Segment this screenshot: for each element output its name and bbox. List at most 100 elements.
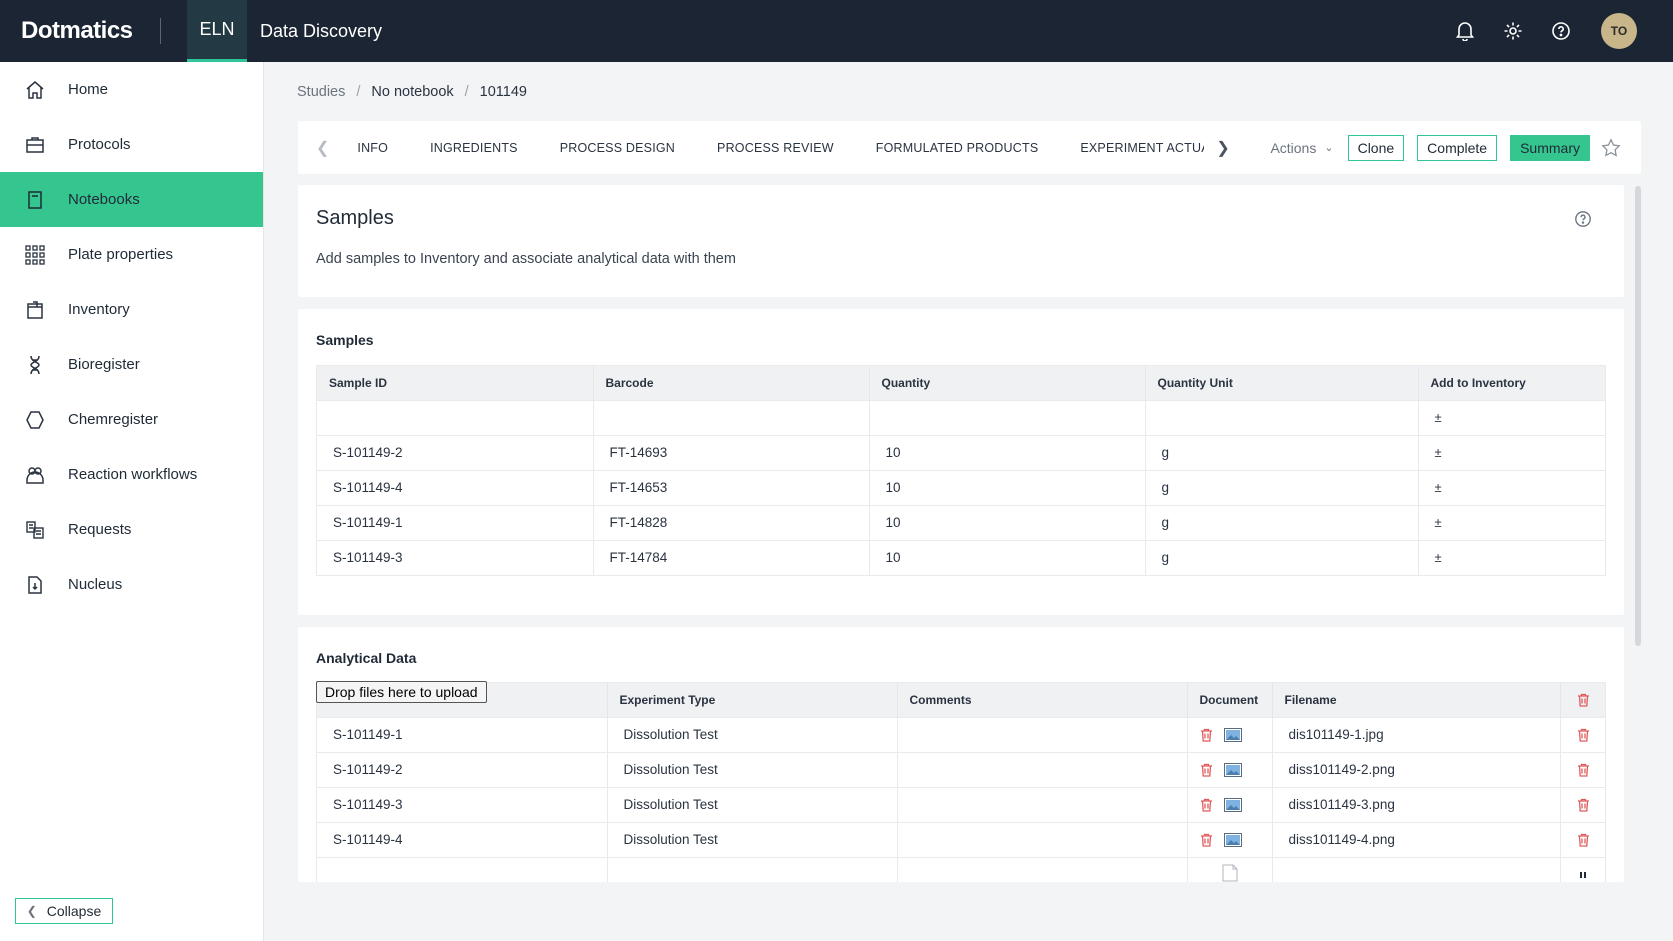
table-row[interactable]: S-101149-4 Dissolution Test diss101149-4… (317, 821, 1605, 857)
table-row[interactable]: S-101149-3 Dissolution Test diss101149-3… (317, 786, 1605, 822)
bell-icon[interactable] (1453, 19, 1477, 43)
summary-button[interactable]: Summary (1510, 134, 1590, 161)
trash-icon[interactable] (1200, 728, 1213, 742)
column-header[interactable]: Quantity Unit (1145, 366, 1419, 400)
table-cell[interactable]: S-101149-1 (317, 504, 594, 540)
table-cell[interactable] (869, 399, 1146, 435)
table-row[interactable]: S-101149-2 FT-14693 10 g ± (317, 434, 1605, 470)
table-cell[interactable] (897, 751, 1188, 787)
tab-process-review[interactable]: PROCESS REVIEW (717, 141, 834, 155)
breadcrumb-studies[interactable]: Studies (297, 84, 345, 100)
add-to-inventory-toggle[interactable]: ± (1418, 469, 1605, 505)
sidebar-item-plate-properties[interactable]: Plate properties (0, 227, 263, 282)
table-cell[interactable]: g (1145, 539, 1419, 575)
trash-icon[interactable] (1577, 798, 1590, 812)
table-cell[interactable]: g (1145, 434, 1419, 470)
table-cell[interactable] (607, 856, 898, 882)
app-logo[interactable]: Dotmatics (0, 17, 160, 45)
image-icon[interactable] (1224, 798, 1243, 813)
star-icon[interactable] (1601, 137, 1621, 158)
table-cell[interactable] (1272, 856, 1561, 882)
table-cell[interactable]: g (1145, 504, 1419, 540)
drop-files-button[interactable]: Drop files here to upload (316, 681, 487, 703)
column-header[interactable]: Add to Inventory (1418, 366, 1605, 400)
table-row[interactable]: S-101149-3 FT-14784 10 g ± (317, 539, 1605, 575)
table-cell[interactable]: S-101149-2 (317, 434, 594, 470)
table-cell[interactable]: S-101149-3 (317, 539, 594, 575)
complete-button[interactable]: Complete (1417, 134, 1498, 161)
collapse-button[interactable]: ❮ Collapse (15, 898, 113, 924)
tab-process-design[interactable]: PROCESS DESIGN (560, 141, 675, 155)
table-row[interactable]: S-101149-2 Dissolution Test diss101149-2… (317, 751, 1605, 787)
column-header[interactable]: Quantity (869, 366, 1146, 400)
column-header[interactable]: Experiment Type (607, 683, 898, 717)
add-to-inventory-toggle[interactable]: ± (1418, 434, 1605, 470)
table-cell[interactable]: Dissolution Test (607, 821, 898, 857)
drag-handle-icon[interactable] (1579, 871, 1587, 879)
add-to-inventory-toggle[interactable]: ± (1418, 504, 1605, 540)
table-cell[interactable]: Dissolution Test (607, 751, 898, 787)
help-icon[interactable] (1549, 19, 1573, 43)
image-icon[interactable] (1224, 833, 1243, 848)
trash-icon[interactable] (1200, 833, 1213, 847)
table-cell[interactable]: S-101149-3 (317, 786, 608, 822)
trash-icon[interactable] (1200, 763, 1213, 777)
table-cell[interactable] (897, 821, 1188, 857)
table-cell[interactable]: FT-14693 (593, 434, 870, 470)
breadcrumb-notebook[interactable]: No notebook (371, 84, 453, 100)
trash-icon[interactable] (1577, 728, 1590, 742)
actions-dropdown[interactable]: Actions ⌄ (1270, 140, 1333, 156)
table-cell[interactable]: 10 (869, 539, 1146, 575)
image-icon[interactable] (1224, 763, 1243, 778)
table-cell[interactable]: S-101149-1 (317, 716, 608, 752)
table-cell[interactable] (317, 856, 608, 882)
table-cell[interactable]: diss101149-4.png (1272, 821, 1561, 857)
table-row[interactable]: S-101149-1 Dissolution Test dis101149-1.… (317, 716, 1605, 752)
table-cell[interactable]: FT-14784 (593, 539, 870, 575)
table-cell[interactable]: dis101149-1.jpg (1272, 716, 1561, 752)
tabs-prev-icon[interactable]: ❮ (316, 138, 329, 158)
table-cell[interactable]: S-101149-4 (317, 821, 608, 857)
table-cell[interactable] (897, 786, 1188, 822)
trash-icon[interactable] (1577, 833, 1590, 847)
sidebar-item-bioregister[interactable]: Bioregister (0, 337, 263, 392)
add-to-inventory-toggle[interactable]: ± (1418, 399, 1605, 435)
clone-button[interactable]: Clone (1347, 134, 1405, 161)
tabs-next-icon[interactable]: ❯ (1216, 138, 1229, 158)
table-cell[interactable]: g (1145, 469, 1419, 505)
tab-ingredients[interactable]: INGREDIENTS (430, 141, 518, 155)
table-cell[interactable]: FT-14653 (593, 469, 870, 505)
file-icon[interactable] (1222, 864, 1238, 882)
tab-info[interactable]: INFO (357, 141, 388, 155)
table-cell[interactable] (593, 399, 870, 435)
table-cell[interactable]: Dissolution Test (607, 716, 898, 752)
avatar[interactable]: TO (1601, 13, 1637, 49)
table-cell[interactable]: 10 (869, 504, 1146, 540)
image-icon[interactable] (1224, 728, 1243, 743)
sidebar-item-reaction-workflows[interactable]: Reaction workflows (0, 447, 263, 502)
table-cell[interactable]: 10 (869, 469, 1146, 505)
sidebar-item-chemregister[interactable]: Chemregister (0, 392, 263, 447)
table-row[interactable]: S-101149-4 FT-14653 10 g ± (317, 469, 1605, 505)
tab-experiment-actual[interactable]: EXPERIMENT ACTUAL (1080, 141, 1204, 155)
table-row-new[interactable] (317, 856, 1605, 882)
table-cell[interactable] (1145, 399, 1419, 435)
sidebar-item-requests[interactable]: Requests (0, 502, 263, 557)
table-row[interactable]: S-101149-1 FT-14828 10 g ± (317, 504, 1605, 540)
tab-formulated-products[interactable]: FORMULATED PRODUCTS (876, 141, 1039, 155)
table-cell[interactable]: S-101149-2 (317, 751, 608, 787)
sidebar-item-inventory[interactable]: Inventory (0, 282, 263, 337)
table-cell[interactable] (897, 856, 1188, 882)
table-row[interactable]: ± (317, 399, 1605, 435)
column-header[interactable]: Document (1187, 683, 1273, 717)
help-icon[interactable] (1574, 210, 1592, 233)
main-scrollbar[interactable] (1635, 186, 1641, 646)
table-cell[interactable]: Dissolution Test (607, 786, 898, 822)
tab-data-discovery[interactable]: Data Discovery (260, 21, 382, 42)
add-to-inventory-toggle[interactable]: ± (1418, 539, 1605, 575)
trash-icon[interactable] (1200, 798, 1213, 812)
table-cell[interactable]: S-101149-4 (317, 469, 594, 505)
trash-icon[interactable] (1577, 693, 1590, 707)
column-header[interactable]: Filename (1272, 683, 1561, 717)
table-cell[interactable]: diss101149-2.png (1272, 751, 1561, 787)
